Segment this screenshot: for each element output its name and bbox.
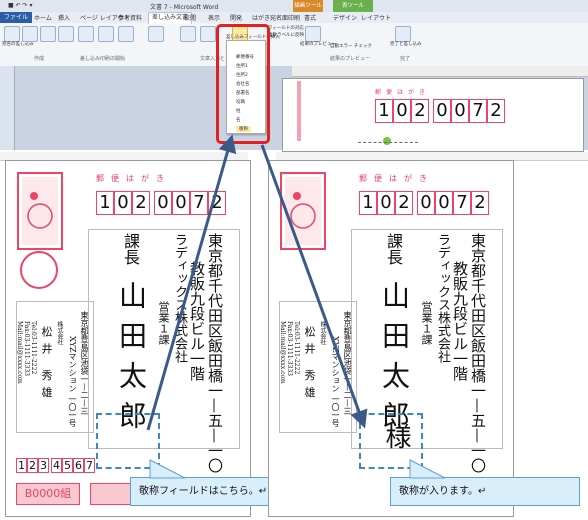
pointer-arrows	[146, 134, 446, 479]
callout-left-tail	[149, 459, 186, 479]
callout-right-tail	[409, 459, 446, 479]
arrow-menu-to-right	[260, 144, 368, 429]
arrow-left-to-menu	[146, 134, 237, 431]
